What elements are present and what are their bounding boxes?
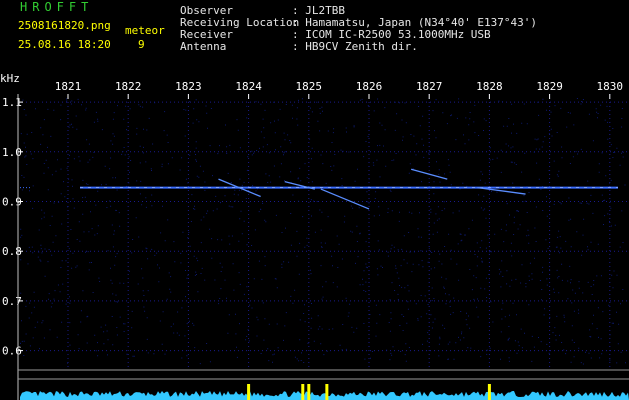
x-tick-label: 1829 <box>536 80 563 93</box>
capture-datetime: 25.08.16 18:20 <box>18 38 111 51</box>
spectrogram: kHz 1821 1822 1823 1824 1825 1826 1827 1828 1829 1… <box>0 72 629 400</box>
x-tick-label: 1830 <box>597 80 624 93</box>
meteor-count: 9 <box>138 38 145 51</box>
y-tick-label: 0.8 <box>2 245 22 258</box>
x-tick-label: 1821 <box>55 80 82 93</box>
noise-dots <box>20 98 626 365</box>
meteor-spike <box>325 384 329 400</box>
meteor-spike <box>247 384 251 400</box>
meteor-label: meteor <box>125 24 165 37</box>
x-tick-label: 1822 <box>115 80 142 93</box>
y-axis-label: kHz <box>0 72 20 85</box>
noise-level-band <box>20 391 629 400</box>
meteor-spike <box>301 384 305 400</box>
noise-speckle <box>20 98 626 365</box>
image-filename: 2508161820.png <box>18 19 111 32</box>
antenna-label: Antenna <box>180 40 227 53</box>
meteor-spike <box>307 384 311 400</box>
x-tick-label: 1827 <box>416 80 443 93</box>
antenna-value: : HB9CV Zenith dir. <box>292 40 418 53</box>
meteor-trace <box>320 188 370 210</box>
x-tick-label: 1823 <box>175 80 202 93</box>
hrofft-screen: HROFFT 2508161820.png meteor 25.08.16 18… <box>0 0 629 400</box>
x-tick-label: 1826 <box>356 80 383 93</box>
x-tick-label: 1825 <box>296 80 323 93</box>
meteor-spike <box>487 384 491 400</box>
x-tick-label: 1824 <box>235 80 262 93</box>
x-tick-label: 1828 <box>476 80 503 93</box>
app-title: HROFFT <box>20 0 94 14</box>
